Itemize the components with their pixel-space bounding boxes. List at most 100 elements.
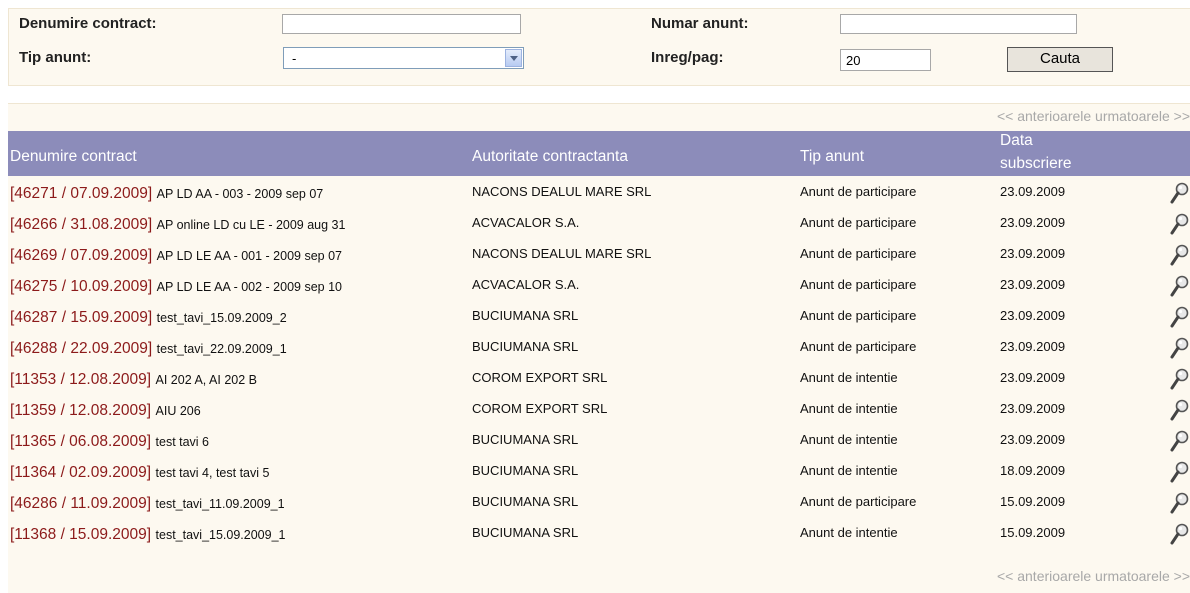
contract-cell[interactable]: [11364 / 02.09.2009] test tavi 4, test t… [10, 464, 269, 482]
contract-name: AIU 206 [155, 404, 201, 418]
data-subscriere-cell: 23.09.2009 [1000, 215, 1066, 230]
contract-cell[interactable]: [46275 / 10.09.2009] AP LD LE AA - 002 -… [10, 278, 342, 296]
magnifier-icon[interactable] [1170, 244, 1190, 266]
tip-anunt-cell: Anunt de participare [800, 246, 917, 261]
data-subscriere-cell: 23.09.2009 [1000, 308, 1066, 323]
tip-anunt-cell: Anunt de participare [800, 277, 917, 292]
table-row: [46266 / 31.08.2009] AP online LD cu LE … [8, 208, 1190, 239]
contract-code-link[interactable]: [11364 / 02.09.2009] [10, 464, 151, 481]
autoritate-cell: BUCIUMANA SRL [472, 463, 579, 478]
table-row: [46275 / 10.09.2009] AP LD LE AA - 002 -… [8, 270, 1190, 301]
contract-cell[interactable]: [46288 / 22.09.2009] test_tavi_22.09.200… [10, 340, 287, 358]
contract-code-link[interactable]: [46275 / 10.09.2009] [10, 278, 152, 295]
data-subscriere-cell: 23.09.2009 [1000, 401, 1066, 416]
header-denumire-contract: Denumire contract [10, 148, 137, 165]
numar-anunt-input[interactable] [840, 14, 1077, 34]
contract-code-link[interactable]: [46286 / 11.09.2009] [10, 495, 151, 512]
contract-cell[interactable]: [11365 / 06.08.2009] test tavi 6 [10, 433, 209, 451]
contract-name: test tavi 4, test tavi 5 [155, 466, 270, 480]
data-subscriere-cell: 23.09.2009 [1000, 184, 1066, 199]
tip-anunt-cell: Anunt de participare [800, 494, 917, 509]
table-row: [11353 / 12.08.2009] AI 202 A, AI 202 B C… [8, 363, 1190, 394]
autoritate-cell: BUCIUMANA SRL [472, 525, 579, 540]
contract-cell[interactable]: [46287 / 15.09.2009] test_tavi_15.09.200… [10, 309, 287, 327]
autoritate-cell: BUCIUMANA SRL [472, 339, 579, 354]
table-row: [11364 / 02.09.2009] test tavi 4, test t… [8, 456, 1190, 487]
chevron-down-icon[interactable] [505, 49, 522, 67]
contract-cell[interactable]: [46271 / 07.09.2009] AP LD AA - 003 - 20… [10, 185, 323, 203]
tip-anunt-cell: Anunt de intentie [800, 525, 898, 540]
table-row: [46287 / 15.09.2009] test_tavi_15.09.200… [8, 301, 1190, 332]
table-row: [46271 / 07.09.2009] AP LD AA - 003 - 20… [8, 177, 1190, 208]
autoritate-cell: BUCIUMANA SRL [472, 494, 579, 509]
contract-code-link[interactable]: [46266 / 31.08.2009] [10, 216, 152, 233]
contract-code-link[interactable]: [46269 / 07.09.2009] [10, 247, 152, 264]
denumire-contract-input[interactable] [282, 14, 521, 34]
magnifier-icon[interactable] [1170, 492, 1190, 514]
autoritate-cell: NACONS DEALUL MARE SRL [472, 184, 652, 199]
autoritate-cell: BUCIUMANA SRL [472, 308, 579, 323]
contract-code-link[interactable]: [11365 / 06.08.2009] [10, 433, 151, 450]
autoritate-cell: COROM EXPORT SRL [472, 370, 608, 385]
table-row: [46269 / 07.09.2009] AP LD LE AA - 001 -… [8, 239, 1190, 270]
numar-anunt-label: Numar anunt: [651, 15, 749, 32]
tip-anunt-select[interactable]: - [283, 47, 524, 69]
denumire-contract-label: Denumire contract: [19, 15, 157, 32]
cauta-button[interactable]: Cauta [1007, 47, 1113, 72]
contract-name: test_tavi_15.09.2009_2 [156, 311, 287, 325]
contract-name: AI 202 A, AI 202 B [155, 373, 257, 387]
pager-bottom[interactable]: << anterioarele urmatoarele >> [997, 568, 1190, 584]
magnifier-icon[interactable] [1170, 399, 1190, 421]
contract-name: test_tavi_15.09.2009_1 [155, 528, 286, 542]
contract-code-link[interactable]: [11359 / 12.08.2009] [10, 402, 151, 419]
data-subscriere-cell: 23.09.2009 [1000, 277, 1066, 292]
contract-name: test tavi 6 [155, 435, 210, 449]
contract-cell[interactable]: [46286 / 11.09.2009] test_tavi_11.09.200… [10, 495, 285, 513]
magnifier-icon[interactable] [1170, 306, 1190, 328]
contract-name: test_tavi_11.09.2009_1 [155, 497, 285, 511]
inreg-pag-input[interactable] [840, 49, 931, 71]
tip-anunt-cell: Anunt de intentie [800, 432, 898, 447]
table-row: [46288 / 22.09.2009] test_tavi_22.09.200… [8, 332, 1190, 363]
table-row: [11365 / 06.08.2009] test tavi 6 BUCIUMAN… [8, 425, 1190, 456]
table-row: [11368 / 15.09.2009] test_tavi_15.09.200… [8, 518, 1190, 549]
data-subscriere-cell: 15.09.2009 [1000, 525, 1066, 540]
contract-name: AP LD AA - 003 - 2009 sep 07 [156, 187, 324, 201]
magnifier-icon[interactable] [1170, 337, 1190, 359]
tip-anunt-cell: Anunt de intentie [800, 401, 898, 416]
contract-cell[interactable]: [11368 / 15.09.2009] test_tavi_15.09.200… [10, 526, 285, 544]
contract-name: test_tavi_22.09.2009_1 [156, 342, 287, 356]
pager-top[interactable]: << anterioarele urmatoarele >> [997, 108, 1190, 124]
data-subscriere-cell: 23.09.2009 [1000, 246, 1066, 261]
magnifier-icon[interactable] [1170, 461, 1190, 483]
contract-name: AP online LD cu LE - 2009 aug 31 [156, 218, 346, 232]
contract-code-link[interactable]: [46271 / 07.09.2009] [10, 185, 152, 202]
contract-cell[interactable]: [11353 / 12.08.2009] AI 202 A, AI 202 B [10, 371, 257, 389]
header-tip-anunt: Tip anunt [800, 148, 865, 165]
data-subscriere-cell: 18.09.2009 [1000, 463, 1066, 478]
magnifier-icon[interactable] [1170, 275, 1190, 297]
contract-code-link[interactable]: [11368 / 15.09.2009] [10, 526, 151, 543]
contract-code-link[interactable]: [46288 / 22.09.2009] [10, 340, 152, 357]
contract-cell[interactable]: [46269 / 07.09.2009] AP LD LE AA - 001 -… [10, 247, 342, 265]
autoritate-cell: COROM EXPORT SRL [472, 401, 608, 416]
magnifier-icon[interactable] [1170, 213, 1190, 235]
magnifier-icon[interactable] [1170, 430, 1190, 452]
table-header: Denumire contract Autoritate contractant… [8, 131, 1190, 176]
contract-code-link[interactable]: [11353 / 12.08.2009] [10, 371, 151, 388]
tip-anunt-selected-value: - [292, 51, 297, 66]
tip-anunt-cell: Anunt de intentie [800, 370, 898, 385]
contract-cell[interactable]: [46266 / 31.08.2009] AP online LD cu LE … [10, 216, 345, 234]
autoritate-cell: BUCIUMANA SRL [472, 432, 579, 447]
contract-code-link[interactable]: [46287 / 15.09.2009] [10, 309, 152, 326]
magnifier-icon[interactable] [1170, 182, 1190, 204]
tip-anunt-label: Tip anunt: [19, 49, 92, 66]
table-row: [46286 / 11.09.2009] test_tavi_11.09.200… [8, 487, 1190, 518]
magnifier-icon[interactable] [1170, 523, 1190, 545]
inreg-pag-label: Inreg/pag: [651, 49, 724, 66]
data-subscriere-cell: 23.09.2009 [1000, 339, 1066, 354]
contract-cell[interactable]: [11359 / 12.08.2009] AIU 206 [10, 402, 201, 420]
contract-name: AP LD LE AA - 002 - 2009 sep 10 [156, 280, 342, 294]
table-row: [11359 / 12.08.2009] AIU 206 COROM EXPORT… [8, 394, 1190, 425]
magnifier-icon[interactable] [1170, 368, 1190, 390]
